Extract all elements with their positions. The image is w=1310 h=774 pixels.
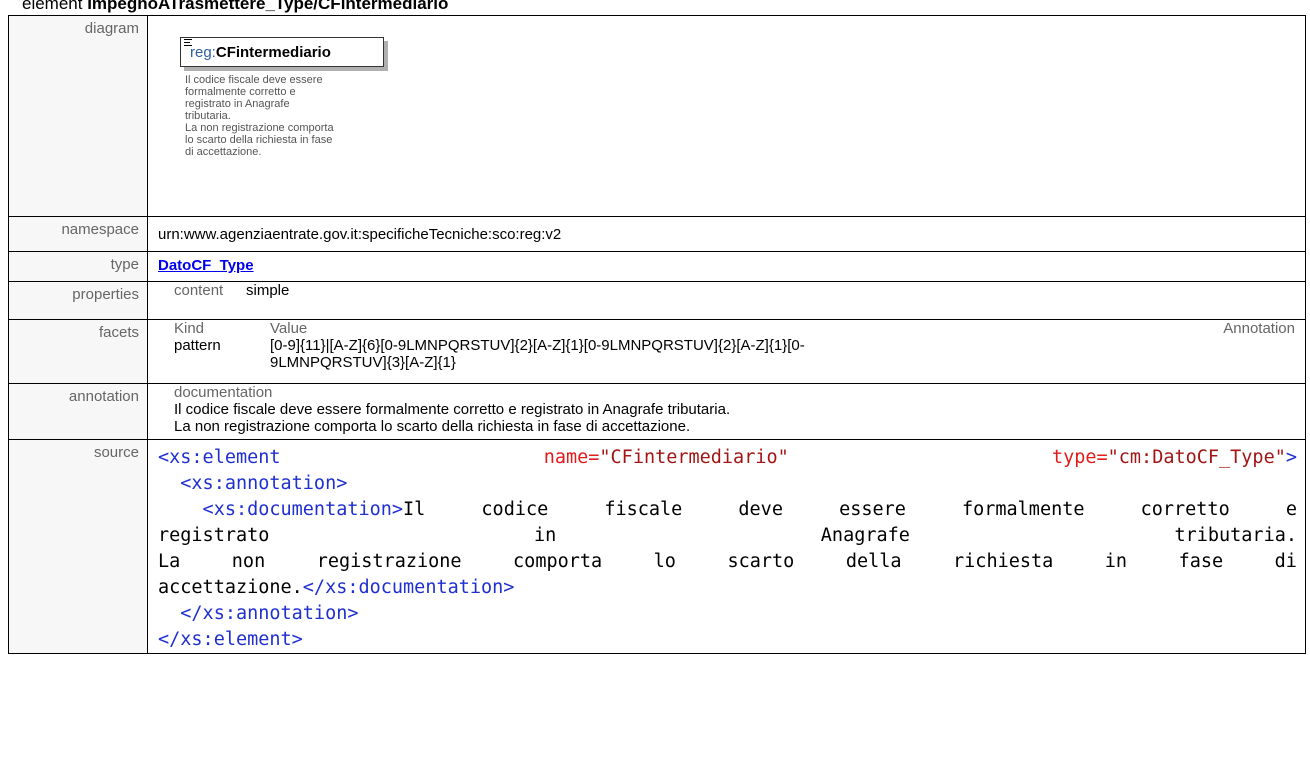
namespace-value: urn:www.agenziaentrate.gov.it:specifiche… [147, 216, 1306, 252]
diagram-cell: reg:CFintermediario Il codice fiscale de… [147, 15, 1306, 217]
facets-col-value: Value [270, 320, 308, 337]
source-line: <xs:annotation> [158, 473, 348, 494]
diagram-row: diagram reg:CFintermediario Il codice fi… [8, 15, 1306, 217]
diagram-doc-line: formalmente corretto e [185, 86, 296, 98]
source-token: <xs:documentation>Il [158, 497, 426, 523]
facets-label: facets [8, 319, 148, 384]
source-word: in [1104, 551, 1128, 572]
source-word: in [533, 525, 557, 546]
annotation-header: documentation [174, 384, 273, 401]
source-word: Il [403, 499, 426, 520]
annotation-row: annotation documentation Il codice fisca… [8, 383, 1306, 440]
properties-row: properties content simple [8, 281, 1306, 320]
source-word: registrazione [316, 551, 462, 572]
type-link[interactable]: DatoCF_Type [158, 257, 254, 274]
diagram-doc-line: lo scarto della richiesta in fase [185, 134, 333, 146]
diagram-label: diagram [8, 15, 148, 217]
annotation-line: La non registrazione comporta lo scarto … [174, 418, 691, 435]
page-heading: element ImpegnoATrasmettere_Type/CFinter… [22, 0, 448, 14]
source-word: Anagrafe [820, 525, 910, 546]
source-word: richiesta [953, 551, 1054, 572]
source-line: <xs:element name="CFintermediario" type=… [158, 447, 1297, 468]
properties-label: properties [8, 281, 148, 320]
source-code: <xs:element name="CFintermediario" type=… [147, 439, 1306, 654]
facets-col-kind: Kind [174, 320, 205, 337]
source-word: codice [481, 499, 549, 520]
source-line: accettazione. </xs:documentation> [158, 577, 515, 598]
diagram-doc-line: Il codice fiscale deve essere [185, 74, 323, 86]
source-word: comporta [513, 551, 603, 572]
facets-table: Kind Value Annotation pattern [0-9]{11}|… [174, 320, 1295, 371]
source-word: La [158, 551, 181, 572]
facets-value-line: 9LMNPQRSTUV]{3}[A-Z]{1} [270, 354, 456, 371]
heading-path: ImpegnoATrasmettere_Type/CFintermediario [87, 0, 449, 13]
facets-kind: pattern [174, 337, 221, 354]
type-row: type DatoCF_Type [8, 251, 1306, 282]
diagram-doc-line: tributaria. [185, 110, 231, 122]
properties-value: simple [246, 282, 290, 299]
type-label: type [8, 251, 148, 282]
source-word: formalmente [961, 499, 1085, 520]
source-word: fase [1178, 551, 1224, 572]
source-line: </xs:element> [158, 629, 303, 650]
facets-col-annotation: Annotation [1223, 320, 1295, 337]
namespace-row: namespace urn:www.agenziaentrate.gov.it:… [8, 216, 1306, 252]
source-word: della [845, 551, 902, 572]
diagram-doc-line: La non registrazione comporta [185, 122, 334, 134]
source-word: deve [738, 499, 783, 520]
source-word: essere [839, 499, 906, 520]
source-word: fiscale [604, 499, 683, 520]
source-line: La non registrazione comporta lo scarto della r… [158, 549, 1297, 575]
source-word: scarto [727, 551, 795, 572]
source-row: source <xs:element name="CFintermediario… [8, 439, 1306, 654]
element-diagram-box[interactable]: reg:CFintermediario [180, 37, 388, 71]
facets-row: facets Kind Value Annotation pattern [0-… [8, 319, 1306, 384]
namespace-label: namespace [8, 216, 148, 252]
source-word: e [1285, 499, 1297, 520]
diagram-doc-line: di accettazione. [185, 146, 262, 158]
source-word: non [231, 551, 266, 572]
element-doc-table: diagram reg:CFintermediario Il codice fi… [8, 15, 1306, 654]
diagram-doc-line: registrato in Anagrafe [185, 98, 290, 110]
annotation-line: Il codice fiscale deve essere formalment… [174, 401, 731, 418]
diagram-element-box: reg:CFintermediario [180, 37, 384, 67]
properties-key: content [174, 282, 224, 299]
facets-value-line: [0-9]{11}|[A-Z]{6}[0-9LMNPQRSTUV]{2}[A-Z… [270, 337, 805, 354]
source-line: <xs:documentation>Il codice fiscale deve ess… [158, 497, 1297, 523]
diagram-documentation: Il codice fiscale deve essere formalment… [185, 74, 335, 158]
annotation-label: annotation [8, 383, 148, 440]
properties-table: content simple [174, 282, 289, 299]
source-line: registrato in Anagrafe tributaria. [158, 523, 1297, 549]
source-word: corretto [1140, 499, 1230, 520]
source-line: </xs:annotation> [158, 603, 359, 624]
facets-value: [0-9]{11}|[A-Z]{6}[0-9LMNPQRSTUV]{2}[A-Z… [270, 337, 1295, 371]
source-word: tributaria. [1174, 525, 1297, 546]
source-label: source [8, 439, 148, 654]
heading-prefix: element [22, 0, 88, 13]
source-word: registrato [158, 525, 270, 546]
source-word: di [1274, 551, 1297, 572]
source-tag: <xs:documentation> [158, 499, 404, 520]
source-word: lo [653, 551, 676, 572]
diagram-element-name: reg:CFintermediario [190, 44, 331, 61]
